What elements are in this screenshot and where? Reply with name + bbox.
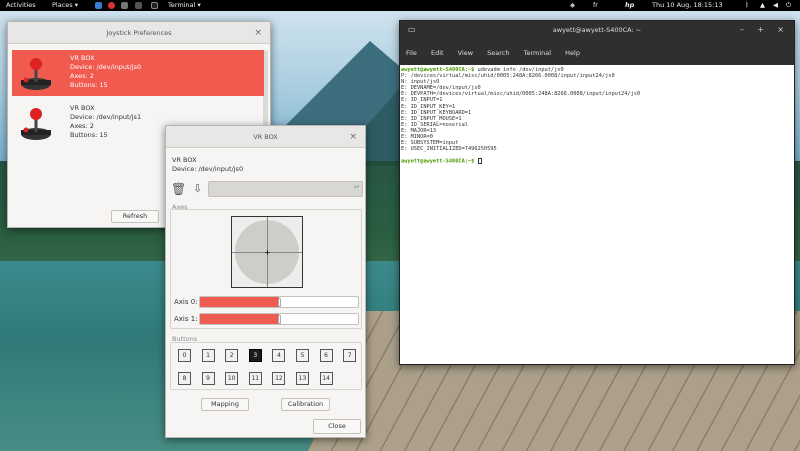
joystick-button-4: 4 [272,349,286,362]
power-icon[interactable]: ⏻ [786,1,791,10]
clock[interactable]: Thu 10 Aug, 18:15:13 [652,1,723,10]
terminal-app-icon[interactable] [151,2,158,9]
bluetooth-icon[interactable]: ᛒ [745,1,749,10]
joystick-button-11: 11 [248,372,262,385]
axis-plot: + [231,216,303,288]
terminal-command: udevadm info /dev/input/js0 [474,67,564,73]
mapping-dropdown[interactable]: ▴▾ [208,181,363,197]
joystick-button-12: 12 [272,372,286,385]
device-name: VR BOX [70,104,95,112]
activities-button[interactable]: Activities [6,1,36,10]
joystick-button-9: 9 [201,372,215,385]
device-header: VR BOX Device: /dev/input/js0 [172,156,243,174]
joystick-button-3: 3 [248,349,262,362]
joystick-icon [21,58,51,90]
device-axes: Axes: 2 [70,72,94,80]
network-icon[interactable]: ▲ [760,1,765,10]
device-info: VR BOX Device: /dev/input/js0 Axes: 2 Bu… [70,54,141,90]
files-icon[interactable] [95,2,102,9]
save-icon[interactable]: ⇩ [193,182,202,195]
browser-icon[interactable] [108,2,115,9]
axis0-bar [199,296,359,308]
axis0-label: Axis 0: [174,298,198,306]
app-menu-terminal[interactable]: Terminal ▾ [168,1,201,10]
mapping-button[interactable]: Mapping [201,398,249,411]
menu-terminal[interactable]: Terminal [524,49,551,57]
menu-file[interactable]: File [406,49,417,57]
new-tab-icon[interactable]: ▭ [408,25,416,34]
top-bar: Activities Places ▾ Terminal ▾ ◆ fr hp T… [0,0,800,11]
terminal-menubar: File Edit View Search Terminal Help [406,49,592,57]
hp-logo-icon: hp [625,1,635,9]
axis1-bar [199,313,359,325]
joystick-button-2: 2 [225,349,239,362]
menu-edit[interactable]: Edit [431,49,444,57]
dropdown-arrow-icon: ▴▾ [353,184,359,190]
window-title: Joystick Preferences [106,29,172,37]
terminal-prompt: awyett@awyett-S400CA:~$ [401,158,475,165]
buttons-frame: 0 1 2 3 4 5 6 7 8 9 10 11 12 13 14 [170,342,362,390]
language-indicator[interactable]: fr [593,1,598,10]
menu-search[interactable]: Search [487,49,509,57]
axis1-handle[interactable] [278,315,281,324]
joystick-button-0: 0 [178,349,191,362]
settings-icon[interactable] [121,2,128,9]
calibration-button[interactable]: Calibration [281,398,330,411]
window-titlebar: Joystick Preferences × [8,22,270,44]
menu-help[interactable]: Help [565,49,580,57]
terminal-output-lines: P: /devices/virtual/misc/uhid/0005:248A:… [401,73,641,153]
terminal-output[interactable]: awyett@awyett-S400CA:~$ udevadm info /de… [400,65,794,364]
vrbox-window: VR BOX × VR BOX Device: /dev/input/js0 🗑… [165,125,366,438]
axis-position-marker: + [264,248,271,257]
terminal-header: awyett@awyett-S400CA: ~ ▭ – + × File Edi… [400,21,794,65]
window-title: VR BOX [253,133,278,141]
close-icon[interactable]: × [254,22,262,44]
joystick-button-13: 13 [296,372,309,385]
joystick-icon [21,108,51,140]
device-path: Device: /dev/input/js0 [70,63,142,71]
axis1-fill [200,314,279,324]
dropbox-icon[interactable]: ◆ [570,1,575,10]
joystick-button-1: 1 [201,349,215,362]
terminal-cursor [477,158,482,165]
app-icon[interactable] [135,2,142,9]
device-path: Device: /dev/input/js0 [172,165,244,173]
menu-view[interactable]: View [458,49,473,57]
device-name: VR BOX [172,156,197,164]
device-buttons: Buttons: 15 [70,131,108,139]
joystick-button-7: 7 [343,349,357,362]
terminal-prompt: awyett@awyett-S400CA:~$ [401,67,475,73]
joystick-button-6: 6 [319,349,333,362]
axis0-handle[interactable] [278,298,281,307]
axes-frame: + Axis 0: Axis 1: [170,209,362,329]
close-icon[interactable]: × [777,25,784,34]
terminal-title: awyett@awyett-S400CA: ~ [552,26,642,34]
axis0-fill [200,297,279,307]
joystick-button-14: 14 [319,372,333,385]
window-titlebar: VR BOX × [166,126,365,148]
close-button[interactable]: Close [313,419,361,434]
device-info: VR BOX Device: /dev/input/js1 Axes: 2 Bu… [70,104,141,140]
close-icon[interactable]: × [349,126,357,148]
places-menu[interactable]: Places ▾ [52,1,78,10]
trash-icon[interactable]: 🗑 [171,182,186,196]
refresh-button[interactable]: Refresh [111,210,159,223]
device-buttons: Buttons: 15 [70,81,108,89]
volume-icon[interactable]: ◀ [773,1,778,10]
joystick-button-8: 8 [178,372,191,385]
device-path: Device: /dev/input/js1 [70,113,142,121]
axis1-label: Axis 1: [174,315,198,323]
device-axes: Axes: 2 [70,122,94,130]
joystick-button-5: 5 [296,349,309,362]
joystick-button-10: 10 [225,372,239,385]
terminal-window: awyett@awyett-S400CA: ~ ▭ – + × File Edi… [399,20,795,365]
minimize-icon[interactable]: – [740,25,744,34]
maximize-icon[interactable]: + [757,25,764,34]
device-name: VR BOX [70,54,95,62]
device-list-item[interactable]: VR BOX Device: /dev/input/js0 Axes: 2 Bu… [12,50,264,96]
